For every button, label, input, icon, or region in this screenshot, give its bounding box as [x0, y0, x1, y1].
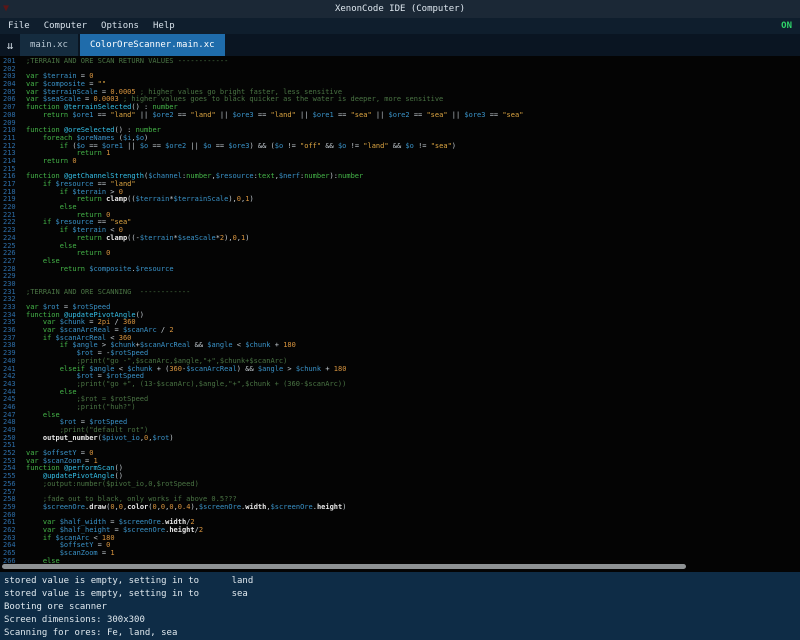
menu-help[interactable]: Help	[153, 21, 175, 31]
code-line: 231;TERRAIN AND ORE SCANNING -----------…	[0, 289, 800, 297]
console-line: stored value is empty, setting in to sea	[4, 588, 796, 601]
code-line: 251	[0, 442, 800, 450]
power-status-badge: ON	[781, 21, 792, 31]
code-line: 263 if $scanArc < 180	[0, 535, 800, 543]
code-line: 224 return clamp((-$terrain*$seaScale*2)…	[0, 235, 800, 243]
code-text: output_number($pivot_io,0,$rot)	[26, 435, 174, 443]
code-line: 246 ;print("huh?")	[0, 404, 800, 412]
code-line: 262 var $half_height = $screenOre.height…	[0, 527, 800, 535]
code-line: 252var $offsetY = 0	[0, 450, 800, 458]
console-line: Scanning for ores: Fe, land, sea	[4, 627, 796, 640]
tab-colororescanner-main-xc[interactable]: ColorOreScanner.main.xc	[80, 34, 225, 56]
code-text: return 0	[26, 158, 77, 166]
code-line: 256 ;output:number($pivot_io,0,$rotSpeed…	[0, 481, 800, 489]
code-line: 213 return 1	[0, 150, 800, 158]
menu-computer[interactable]: Computer	[44, 21, 87, 31]
menu-bar: File Computer Options Help ON	[0, 18, 800, 34]
app-menu-icon[interactable]: ▼	[3, 2, 9, 16]
code-line: 250 output_number($pivot_io,0,$rot)	[0, 435, 800, 443]
code-line: 265 $scanZoom = 1	[0, 550, 800, 558]
code-lines: 201;TERRAIN AND ORE SCAN RETURN VALUES -…	[0, 56, 800, 565]
menu-file[interactable]: File	[8, 21, 30, 31]
code-text: ;TERRAIN AND ORE SCANNING ------------	[26, 289, 190, 297]
code-line: 228 return $composite.$resource	[0, 266, 800, 274]
ide-window: ▼ XenonCode IDE (Computer) File Computer…	[0, 0, 800, 640]
code-line: 201;TERRAIN AND ORE SCAN RETURN VALUES -…	[0, 58, 800, 66]
menu-options[interactable]: Options	[101, 21, 139, 31]
code-line: 219 return clamp(($terrain*$terrainScale…	[0, 196, 800, 204]
code-line: 229	[0, 273, 800, 281]
tab-main-xc[interactable]: main.xc	[20, 34, 78, 56]
code-line: 202	[0, 66, 800, 74]
code-line: 203var $terrain = 0	[0, 73, 800, 81]
code-line: 259 $screenOre.draw(0,0,color(0,0,0,0.4)…	[0, 504, 800, 512]
code-text: return $ore1 == "land" || $ore2 == "land…	[26, 112, 523, 120]
code-text: ;output:number($pivot_io,0,$rotSpeed)	[26, 481, 199, 489]
code-line: 212 if ($o == $ore1 || $o == $ore2 || $o…	[0, 143, 800, 151]
console-output: stored value is empty, setting in to lan…	[0, 572, 800, 640]
window-title: XenonCode IDE (Computer)	[0, 4, 800, 14]
code-text: $screenOre.draw(0,0,color(0,0,0,0.4),$sc…	[26, 504, 346, 512]
tab-list-chevrons-icon[interactable]: ⇊	[0, 34, 20, 56]
code-line: 243 ;print("go +", (13-$scanArc),$angle,…	[0, 381, 800, 389]
console-line: stored value is empty, setting in to lan…	[4, 575, 796, 588]
horizontal-scrollbar[interactable]	[2, 564, 686, 569]
code-line: 226 return 0	[0, 250, 800, 258]
console-line: Screen dimensions: 300x300	[4, 614, 796, 627]
code-line: 225 else	[0, 243, 800, 251]
code-line: 232	[0, 296, 800, 304]
code-editor[interactable]: 201;TERRAIN AND ORE SCAN RETURN VALUES -…	[0, 56, 800, 572]
code-line: 220 else	[0, 204, 800, 212]
console-line: Booting ore scanner	[4, 601, 796, 614]
code-line: 208 return $ore1 == "land" || $ore2 == "…	[0, 112, 800, 120]
title-bar: ▼ XenonCode IDE (Computer)	[0, 0, 800, 18]
code-text: ;TERRAIN AND ORE SCAN RETURN VALUES ----…	[26, 58, 228, 66]
code-line: 214 return 0	[0, 158, 800, 166]
tab-bar: ⇊ main.xc ColorOreScanner.main.xc	[0, 34, 800, 56]
code-text: return $composite.$resource	[26, 266, 174, 274]
code-line: 264 $offsetY = 0	[0, 542, 800, 550]
